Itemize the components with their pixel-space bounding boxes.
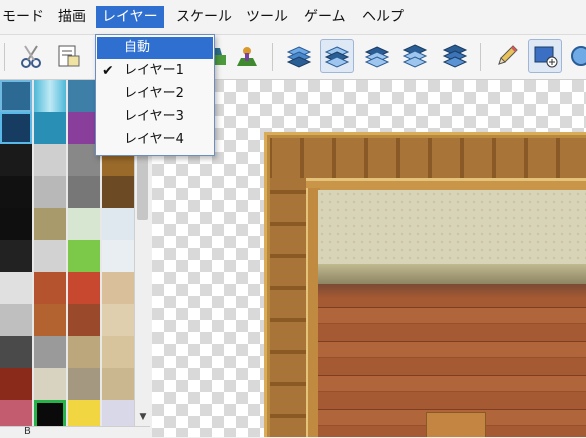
- room-outer-wall: [270, 138, 586, 178]
- toolbar-separator: [272, 43, 273, 71]
- paste-icon: [58, 45, 80, 67]
- layer1-button[interactable]: [282, 39, 316, 73]
- torch-tile[interactable]: [0, 144, 32, 176]
- pillar-tile[interactable]: [0, 304, 32, 336]
- room-door: [426, 412, 486, 437]
- stone-tile[interactable]: [34, 240, 66, 272]
- brick-tile[interactable]: [34, 272, 66, 304]
- layer-all-icon: [442, 44, 468, 68]
- layer4-icon: [402, 44, 428, 68]
- toolbar-separator: [4, 43, 5, 71]
- layer2-button[interactable]: [320, 39, 354, 73]
- pencil-button[interactable]: [490, 39, 524, 73]
- map-canvas[interactable]: [152, 80, 586, 437]
- gold-tile[interactable]: [68, 400, 100, 426]
- sandstone-tile[interactable]: [102, 336, 134, 368]
- room-wallpaper-border: [318, 264, 586, 284]
- layer4-button[interactable]: [398, 39, 432, 73]
- layer2-icon: [324, 46, 350, 68]
- rectangle-select-icon: [534, 46, 558, 68]
- menu-layer[interactable]: レイヤー: [96, 6, 164, 28]
- shadow-pen-button[interactable]: [230, 39, 264, 73]
- menu-game[interactable]: ゲーム: [298, 6, 352, 28]
- deep-water-tile[interactable]: [0, 112, 32, 144]
- layer-menu-item-layer2[interactable]: レイヤー2: [97, 83, 213, 105]
- circle-button[interactable]: [564, 39, 586, 73]
- door-tile[interactable]: [0, 336, 32, 368]
- menu-help[interactable]: ヘルプ: [356, 6, 410, 28]
- room-wallpaper: [318, 190, 586, 264]
- layer3-button[interactable]: [360, 39, 394, 73]
- snow-tile[interactable]: [102, 208, 134, 240]
- cut-button[interactable]: [14, 39, 48, 73]
- layer-menu-item-layer4[interactable]: レイヤー4: [97, 129, 213, 151]
- brick-tile[interactable]: [68, 272, 100, 304]
- menu-draw[interactable]: 描画: [52, 6, 92, 28]
- shadow-pen-icon: [237, 47, 257, 66]
- stone-tile[interactable]: [34, 144, 66, 176]
- pencil-icon: [498, 45, 518, 65]
- room-side-wall: [270, 178, 306, 437]
- brick-tile[interactable]: [34, 304, 66, 336]
- water-tile[interactable]: [0, 80, 32, 112]
- rubble-tile[interactable]: [68, 176, 100, 208]
- menu-tool[interactable]: ツール: [240, 6, 294, 28]
- paste-button[interactable]: [52, 39, 86, 73]
- sand-tile[interactable]: [34, 208, 66, 240]
- crystal-tile[interactable]: [102, 400, 134, 426]
- rectangle-select-button[interactable]: [528, 39, 562, 73]
- torch-tile[interactable]: [0, 176, 32, 208]
- grass-tile[interactable]: [68, 208, 100, 240]
- layer-all-button[interactable]: [438, 39, 472, 73]
- menu-scale[interactable]: スケール: [170, 6, 238, 28]
- layer-menu-item-auto[interactable]: 自動: [97, 37, 213, 59]
- green-pit-tile[interactable]: [34, 400, 66, 426]
- palette-tab-b[interactable]: B: [24, 426, 31, 437]
- palette-tab-bar: B: [0, 426, 150, 438]
- circle-icon: [571, 46, 586, 66]
- cobble-tile[interactable]: [68, 336, 100, 368]
- toolbar: [0, 35, 586, 80]
- sandstone-tile[interactable]: [102, 368, 134, 400]
- chest-tile[interactable]: [102, 176, 134, 208]
- red-wall-tile[interactable]: [0, 368, 32, 400]
- vent-tile[interactable]: [34, 336, 66, 368]
- toolbar-separator: [480, 43, 481, 71]
- waterfall-tile[interactable]: [34, 80, 66, 112]
- menu-bar: モード 描画 レイヤー スケール ツール ゲーム ヘルプ: [0, 0, 586, 35]
- pit-tile[interactable]: [0, 240, 32, 272]
- cobble-tile[interactable]: [68, 368, 100, 400]
- grass-tile[interactable]: [68, 240, 100, 272]
- sandstone-tile[interactable]: [102, 304, 134, 336]
- layer1-icon: [286, 46, 312, 68]
- checkmark-icon: ✔: [102, 63, 114, 79]
- stone-tile[interactable]: [34, 176, 66, 208]
- dark-tile[interactable]: [0, 208, 32, 240]
- sandstone-tile[interactable]: [102, 272, 134, 304]
- menu-mode[interactable]: モード: [0, 6, 50, 28]
- scroll-down-icon[interactable]: ▼: [136, 410, 150, 424]
- room-floor-shadow: [318, 284, 586, 298]
- snow-tile[interactable]: [102, 240, 134, 272]
- layer-menu-item-layer3[interactable]: レイヤー3: [97, 106, 213, 128]
- layer3-icon: [364, 46, 390, 68]
- brick-tile[interactable]: [68, 304, 100, 336]
- pink-brick-tile[interactable]: [0, 400, 32, 426]
- layer-dropdown-menu: 自動 ✔ レイヤー1 レイヤー2 レイヤー3 レイヤー4: [95, 34, 215, 156]
- plaster-tile[interactable]: [34, 368, 66, 400]
- marble-tile[interactable]: [0, 272, 32, 304]
- crystal-tile[interactable]: [34, 112, 66, 144]
- layer-menu-item-layer1[interactable]: ✔ レイヤー1: [97, 60, 213, 82]
- cut-icon: [21, 45, 41, 68]
